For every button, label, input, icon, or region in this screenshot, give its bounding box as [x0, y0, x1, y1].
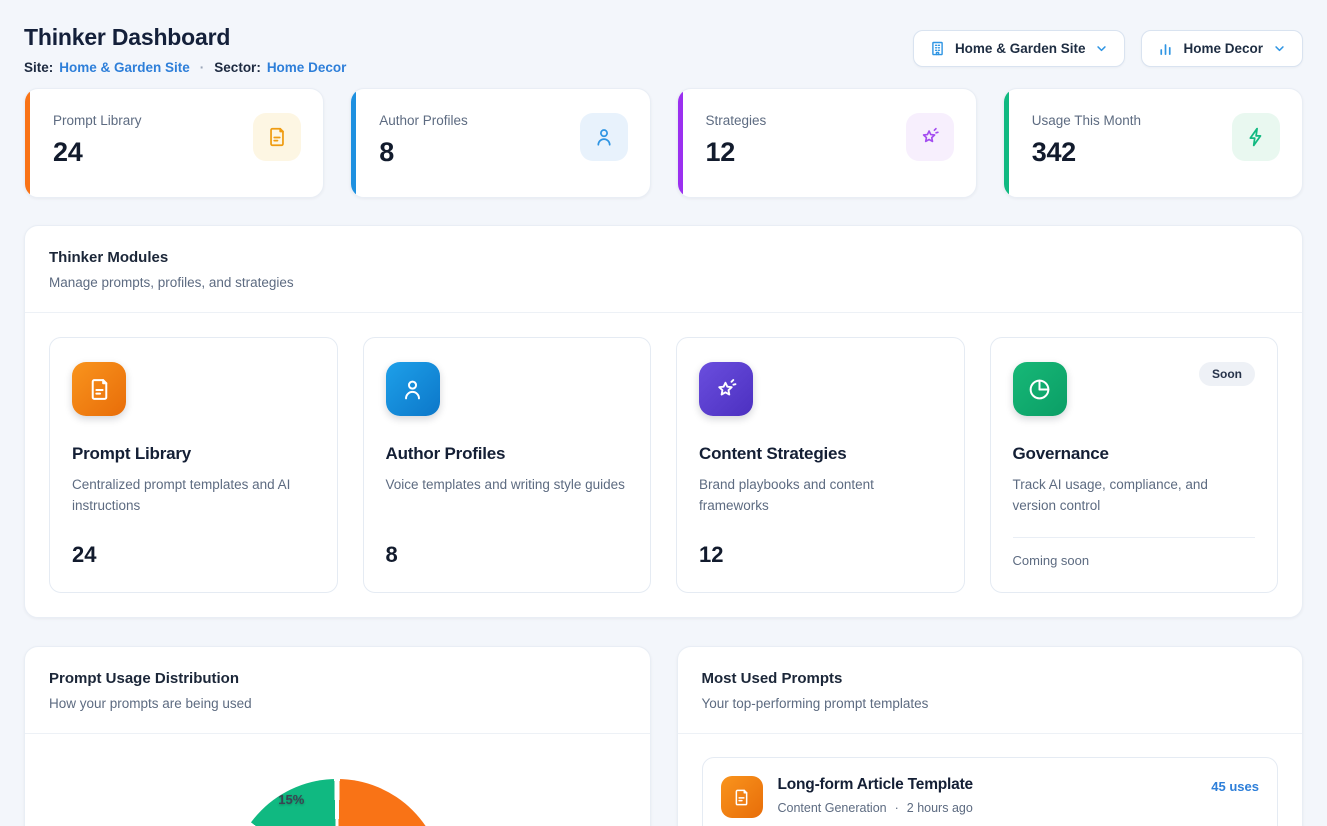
prompt-list-item[interactable]: Long-form Article Template Content Gener… — [702, 757, 1279, 826]
header-actions: Home & Garden Site Home Decor — [913, 30, 1303, 67]
module-description: Centralized prompt templates and AI inst… — [72, 475, 312, 517]
module-count: 8 — [386, 542, 629, 568]
modules-panel-header: Thinker Modules Manage prompts, profiles… — [25, 226, 1302, 313]
usage-panel-subtitle: How your prompts are being used — [49, 696, 626, 711]
stat-card-prompt-library[interactable]: Prompt Library 24 — [24, 88, 324, 198]
prompt-uses-badge: 45 uses — [1211, 779, 1259, 794]
module-count: 12 — [699, 542, 942, 568]
prompt-title: Long-form Article Template — [778, 776, 1197, 794]
site-link[interactable]: Home & Garden Site — [59, 60, 190, 75]
stat-card-strategies[interactable]: Strategies 12 — [677, 88, 977, 198]
usage-panel-title: Prompt Usage Distribution — [49, 670, 626, 687]
most-used-prompts-panel: Most Used Prompts Your top-performing pr… — [677, 646, 1304, 826]
module-card-prompt-library[interactable]: Prompt Library Centralized prompt templa… — [49, 337, 338, 593]
prompts-panel-title: Most Used Prompts — [702, 670, 1279, 687]
header-left: Thinker Dashboard Site: Home & Garden Si… — [24, 22, 346, 75]
site-selector-dropdown[interactable]: Home & Garden Site — [913, 30, 1126, 67]
modules-panel-title: Thinker Modules — [49, 249, 1278, 266]
donut-chart-area: 15% — [25, 779, 650, 826]
bar-chart-icon — [1157, 40, 1174, 57]
module-title: Content Strategies — [699, 444, 942, 464]
site-selector-label: Home & Garden Site — [955, 41, 1086, 56]
building-icon — [929, 40, 946, 57]
prompt-meta: Content Generation · 2 hours ago — [778, 801, 1197, 815]
sector-label: Sector: — [214, 60, 261, 75]
prompt-text: Long-form Article Template Content Gener… — [778, 776, 1197, 815]
module-description: Voice templates and writing style guides — [386, 475, 626, 496]
sector-selector-dropdown[interactable]: Home Decor — [1141, 30, 1303, 67]
dot-separator: · — [200, 60, 205, 75]
stat-card-usage[interactable]: Usage This Month 342 — [1003, 88, 1303, 198]
module-description: Track AI usage, compliance, and version … — [1013, 475, 1253, 517]
top-bar: Thinker Dashboard Site: Home & Garden Si… — [24, 22, 1303, 75]
stat-card-author-profiles[interactable]: Author Profiles 8 — [350, 88, 650, 198]
module-card-governance[interactable]: Soon Governance Track AI usage, complian… — [990, 337, 1279, 593]
user-icon — [386, 362, 440, 416]
breadcrumb: Site: Home & Garden Site · Sector: Home … — [24, 60, 346, 75]
module-card-author-profiles[interactable]: Author Profiles Voice templates and writ… — [363, 337, 652, 593]
modules-panel-subtitle: Manage prompts, profiles, and strategies — [49, 275, 1278, 290]
prompt-category: Content Generation — [778, 801, 887, 815]
thinker-modules-panel: Thinker Modules Manage prompts, profiles… — [24, 225, 1303, 618]
module-card-content-strategies[interactable]: Content Strategies Brand playbooks and c… — [676, 337, 965, 593]
module-description: Brand playbooks and content frameworks — [699, 475, 939, 517]
bottom-row: Prompt Usage Distribution How your promp… — [24, 646, 1303, 826]
prompts-list: Long-form Article Template Content Gener… — [678, 734, 1303, 826]
usage-panel-header: Prompt Usage Distribution How your promp… — [25, 647, 650, 734]
sector-link[interactable]: Home Decor — [267, 60, 347, 75]
dot-separator: · — [895, 801, 899, 815]
page-title: Thinker Dashboard — [24, 22, 346, 52]
stats-row: Prompt Library 24 Author Profiles 8 Stra… — [24, 88, 1303, 198]
module-title: Author Profiles — [386, 444, 629, 464]
slice-label-green: 15% — [278, 792, 304, 807]
document-icon — [72, 362, 126, 416]
site-label: Site: — [24, 60, 53, 75]
prompt-time: 2 hours ago — [907, 801, 973, 815]
module-footer: Coming soon — [1013, 537, 1256, 568]
prompt-usage-panel: Prompt Usage Distribution How your promp… — [24, 646, 651, 826]
star-sparkle-icon — [699, 362, 753, 416]
star-sparkle-icon — [906, 113, 954, 161]
sector-selector-label: Home Decor — [1183, 41, 1263, 56]
chevron-down-icon — [1094, 41, 1109, 56]
module-title: Governance — [1013, 444, 1256, 464]
user-icon — [580, 113, 628, 161]
prompts-panel-header: Most Used Prompts Your top-performing pr… — [678, 647, 1303, 734]
modules-grid: Prompt Library Centralized prompt templa… — [25, 313, 1302, 617]
lightning-icon — [1232, 113, 1280, 161]
module-count: 24 — [72, 542, 315, 568]
donut-chart[interactable]: 15% — [230, 779, 444, 826]
document-icon — [253, 113, 301, 161]
pie-chart-icon — [1013, 362, 1067, 416]
soon-badge: Soon — [1199, 362, 1255, 386]
module-title: Prompt Library — [72, 444, 315, 464]
donut-ring[interactable] — [230, 779, 444, 826]
chevron-down-icon — [1272, 41, 1287, 56]
prompts-panel-subtitle: Your top-performing prompt templates — [702, 696, 1279, 711]
dashboard-page: Thinker Dashboard Site: Home & Garden Si… — [0, 0, 1327, 826]
document-icon — [721, 776, 763, 818]
